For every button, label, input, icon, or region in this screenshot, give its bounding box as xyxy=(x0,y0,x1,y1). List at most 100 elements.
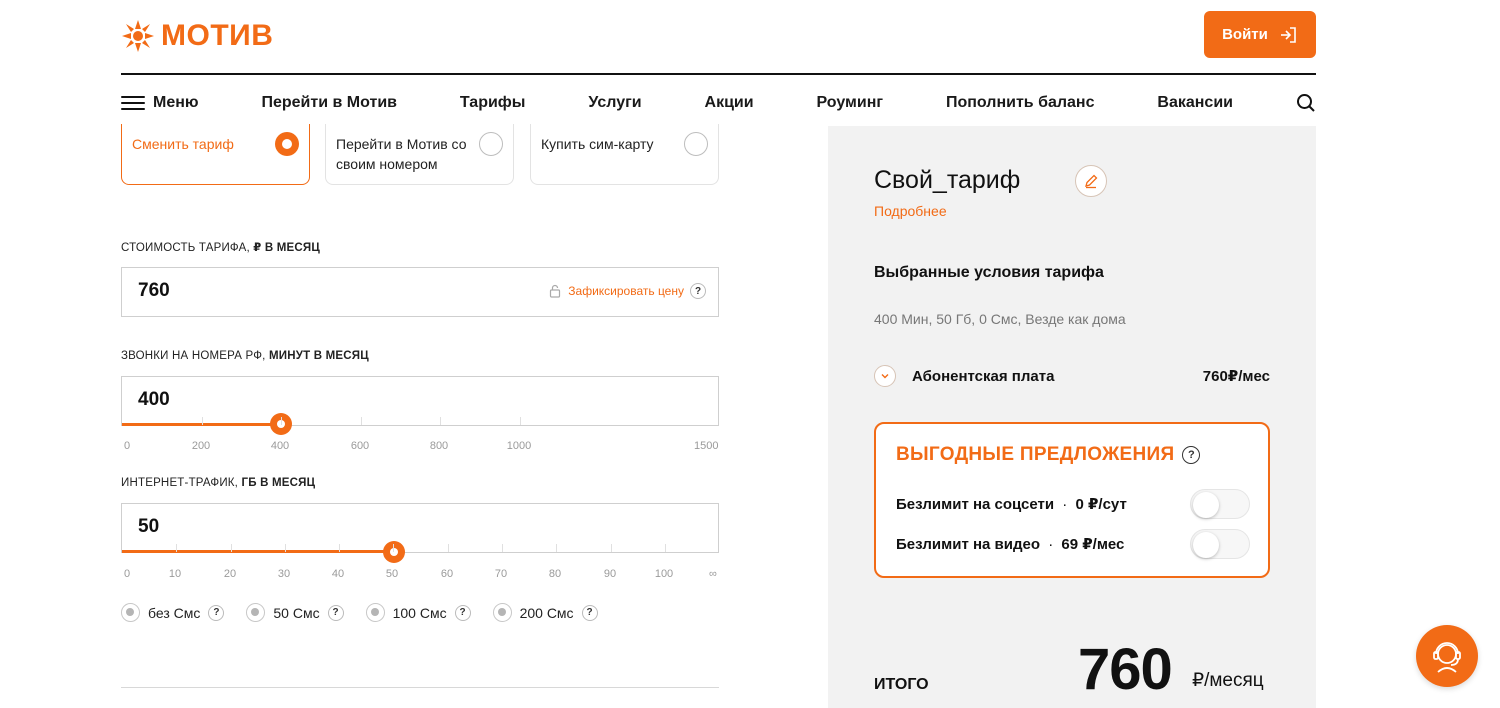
offer-text: Безлимит на видео · 69 ₽/мес xyxy=(896,535,1124,553)
option-label: Сменить тариф xyxy=(132,136,234,152)
option-radio[interactable] xyxy=(684,132,708,156)
sms-option-none[interactable]: без Смс ? xyxy=(121,603,225,622)
header-divider xyxy=(121,73,1316,75)
scale-tick-label: 1000 xyxy=(506,440,532,452)
calls-label-unit: минут в месяц xyxy=(268,350,369,362)
internet-scale: 0 10 20 30 40 50 60 70 80 90 100 ∞ xyxy=(121,568,719,582)
scale-tick xyxy=(440,417,441,425)
internet-label-unit: ГБ в месяц xyxy=(241,477,316,489)
total-value: 760 xyxy=(1078,637,1173,702)
nav-item-roaming[interactable]: Роуминг xyxy=(817,94,884,112)
help-icon[interactable]: ? xyxy=(690,283,706,299)
sms-label: 200 Смс xyxy=(519,604,574,621)
scale-tick xyxy=(281,417,282,425)
offers-title-text: Выгодные предложения xyxy=(896,444,1175,465)
login-button[interactable]: Войти xyxy=(1204,11,1316,58)
sms-option-100[interactable]: 100 Смс ? xyxy=(365,603,471,622)
nav-item-promotions[interactable]: Акции xyxy=(705,94,754,112)
calls-slider[interactable]: 400 xyxy=(121,376,719,435)
chevron-down-icon[interactable] xyxy=(874,365,896,387)
sms-options: без Смс ? 50 Смс ? 100 Смс ? 200 Смс ? xyxy=(121,603,598,622)
total-label: итого xyxy=(874,676,929,693)
option-label: Купить сим-карту xyxy=(541,136,654,152)
cost-label: Стоимость тарифа, ₽ в месяц xyxy=(121,240,320,254)
brand-logo[interactable]: МОТИВ xyxy=(121,16,273,56)
offer-toggle[interactable] xyxy=(1190,529,1250,559)
nav-item-tariffs[interactable]: Тарифы xyxy=(460,94,526,112)
cost-label-unit: ₽ в месяц xyxy=(253,242,320,254)
scale-tick-label: 80 xyxy=(548,568,562,580)
internet-value: 50 xyxy=(138,516,160,537)
sms-option-200[interactable]: 200 Смс ? xyxy=(492,603,598,622)
nav-item-top-up[interactable]: Пополнить баланс xyxy=(946,94,1095,112)
offer-price: 69 ₽/мес xyxy=(1061,536,1125,553)
fee-row[interactable]: Абонентская плата 760₽/мес xyxy=(874,363,1270,389)
help-icon[interactable]: ? xyxy=(581,604,598,621)
nav-item-switch[interactable]: Перейти в Мотив xyxy=(261,94,397,112)
sms-option-50[interactable]: 50 Смс ? xyxy=(246,603,344,622)
menu-label: Меню xyxy=(153,94,199,111)
internet-slider[interactable]: 50 xyxy=(121,503,719,563)
sms-radio[interactable] xyxy=(492,603,512,622)
option-buy-sim[interactable]: Купить сим-карту xyxy=(530,124,719,185)
offer-name: Безлимит на видео xyxy=(896,536,1041,553)
scale-tick-label: 100 xyxy=(654,568,674,580)
fee-value: 760₽/мес xyxy=(1202,368,1270,385)
option-port-number[interactable]: Перейти в Мотив со своим номером xyxy=(325,124,514,185)
offer-name: Безлимит на соцсети xyxy=(896,496,1055,513)
sms-label: 100 Смс xyxy=(392,604,447,621)
pencil-icon xyxy=(1085,174,1098,189)
cost-value: 760 xyxy=(138,280,170,301)
internet-slider-fill xyxy=(122,550,394,553)
scale-tick xyxy=(231,544,232,552)
scale-tick-label: 60 xyxy=(440,568,454,580)
scale-tick-label: 20 xyxy=(223,568,237,580)
sms-radio[interactable] xyxy=(121,603,140,622)
edit-tariff-button[interactable] xyxy=(1075,165,1107,197)
scale-tick-label: 70 xyxy=(494,568,508,580)
scale-tick-label: 400 xyxy=(270,440,290,452)
scale-tick-label: 90 xyxy=(603,568,617,580)
option-radio[interactable] xyxy=(479,132,503,156)
option-change-tariff[interactable]: Сменить тариф xyxy=(121,124,310,185)
help-icon[interactable]: ? xyxy=(454,604,471,621)
logo-mark-icon xyxy=(122,20,154,52)
fix-price-link[interactable]: Зафиксировать цену ? xyxy=(548,283,706,299)
scale-tick-label: ∞ xyxy=(708,568,717,580)
sms-radio[interactable] xyxy=(365,603,385,622)
calls-value: 400 xyxy=(138,389,170,410)
sms-label: без Смс xyxy=(148,604,201,621)
scale-tick-label: 40 xyxy=(331,568,345,580)
support-chat-button[interactable] xyxy=(1416,625,1478,687)
internet-slider-handle[interactable] xyxy=(383,541,405,563)
offer-separator: · xyxy=(1062,496,1068,513)
details-link[interactable]: Подробнее xyxy=(874,203,947,219)
lock-icon xyxy=(550,284,561,298)
sms-radio[interactable] xyxy=(246,603,266,622)
menu-button[interactable]: Меню xyxy=(121,94,199,112)
search-icon xyxy=(1296,94,1315,112)
brand-name: МОТИВ xyxy=(161,19,274,52)
scale-tick xyxy=(393,544,394,552)
scale-tick xyxy=(285,544,286,552)
offers-box: Выгодные предложения ? Безлимит на соцсе… xyxy=(874,422,1270,578)
sms-label: 50 Смс xyxy=(273,604,320,621)
scale-tick xyxy=(520,417,521,425)
search-button[interactable] xyxy=(1296,93,1316,113)
cost-field[interactable]: 760 Зафиксировать цену ? xyxy=(121,267,719,317)
option-radio[interactable] xyxy=(275,132,299,156)
option-label: Перейти в Мотив со своим номером xyxy=(336,136,467,172)
nav-item-services[interactable]: Услуги xyxy=(588,94,641,112)
nav-item-vacancies[interactable]: Вакансии xyxy=(1157,94,1233,112)
scale-tick-label: 0 xyxy=(124,568,131,580)
offer-toggle[interactable] xyxy=(1190,489,1250,519)
help-icon[interactable]: ? xyxy=(1182,446,1201,464)
offer-social: Безлимит на соцсети · 0 ₽/сут xyxy=(896,488,1250,520)
cost-label-text: Стоимость тарифа, xyxy=(121,242,250,254)
offer-separator: · xyxy=(1048,536,1054,553)
scale-tick xyxy=(448,544,449,552)
help-icon[interactable]: ? xyxy=(327,604,344,621)
scale-tick xyxy=(611,544,612,552)
main-nav: Меню Перейти в Мотив Тарифы Услуги Акции… xyxy=(121,88,1316,118)
help-icon[interactable]: ? xyxy=(208,604,225,621)
